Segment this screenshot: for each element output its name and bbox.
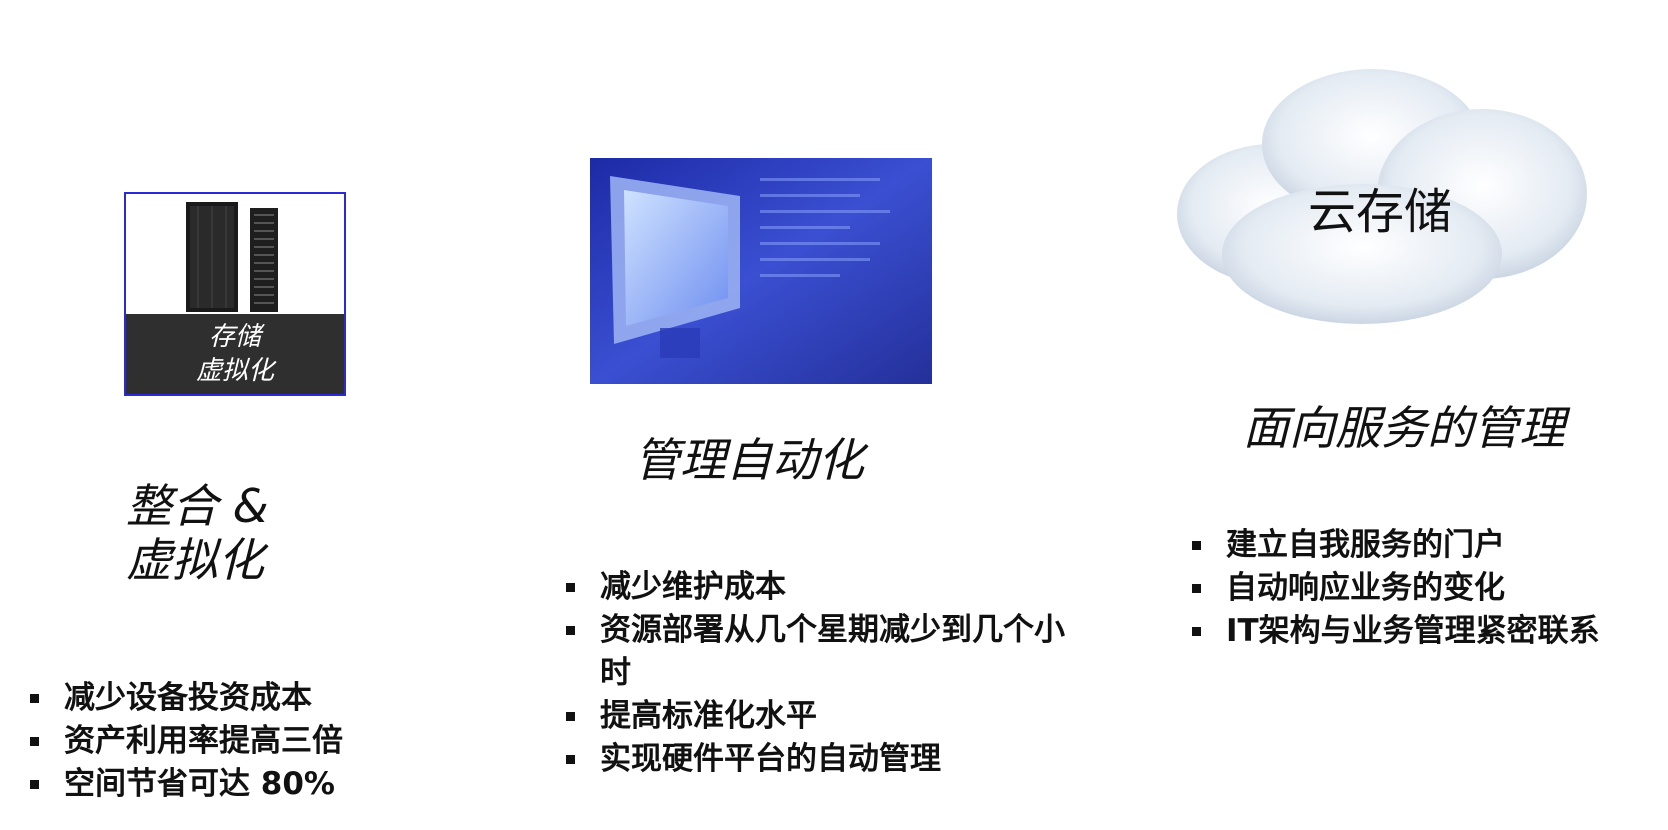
benefit-list-3: 建立自我服务的门户 自动响应业务的变化 IT架构与业务管理紧密联系 <box>1192 524 1600 653</box>
list-item: 实现硬件平台的自动管理 <box>566 738 1070 781</box>
storage-virtualization-tile: 存储 虚拟化 <box>124 192 346 396</box>
list-item: 空间节省可达 80% <box>30 763 343 806</box>
bullet-icon <box>30 694 39 703</box>
heading-management-automation: 管理自动化 <box>634 433 864 487</box>
heading-virtualization: 虚拟化 <box>126 533 264 587</box>
storage-rack-icon <box>126 194 344 316</box>
tile-caption-line2: 虚拟化 <box>195 356 274 386</box>
bullet-icon <box>566 583 575 592</box>
bullet-icon <box>30 780 39 789</box>
bullet-icon <box>1192 627 1201 636</box>
monitor-icon <box>590 158 932 384</box>
list-item: 资源部署从几个星期减少到几个小时 <box>566 609 1070 695</box>
list-item: 自动响应业务的变化 <box>1192 567 1600 610</box>
list-item: 减少维护成本 <box>566 566 1070 609</box>
tile-caption-line1: 存储 <box>208 322 261 352</box>
list-item: 资产利用率提高三倍 <box>30 720 343 763</box>
list-item: 减少设备投资成本 <box>30 677 343 720</box>
bullet-icon <box>1192 541 1201 550</box>
bullet-icon <box>566 755 575 764</box>
cloud-storage-label: 云存储 <box>1308 184 1453 240</box>
tile-caption: 存储 虚拟化 <box>126 314 344 394</box>
list-item: 提高标准化水平 <box>566 695 1070 738</box>
benefit-list-2: 减少维护成本 资源部署从几个星期减少到几个小时 提高标准化水平 实现硬件平台的自… <box>566 566 1070 781</box>
list-item: IT架构与业务管理紧密联系 <box>1192 610 1600 653</box>
bullet-icon <box>566 626 575 635</box>
list-item: 建立自我服务的门户 <box>1192 524 1600 567</box>
benefit-list-1: 减少设备投资成本 资产利用率提高三倍 空间节省可达 80% <box>30 677 343 806</box>
bullet-icon <box>1192 584 1201 593</box>
heading-service-oriented-management: 面向服务的管理 <box>1243 401 1565 455</box>
bullet-icon <box>30 737 39 746</box>
bullet-icon <box>566 712 575 721</box>
